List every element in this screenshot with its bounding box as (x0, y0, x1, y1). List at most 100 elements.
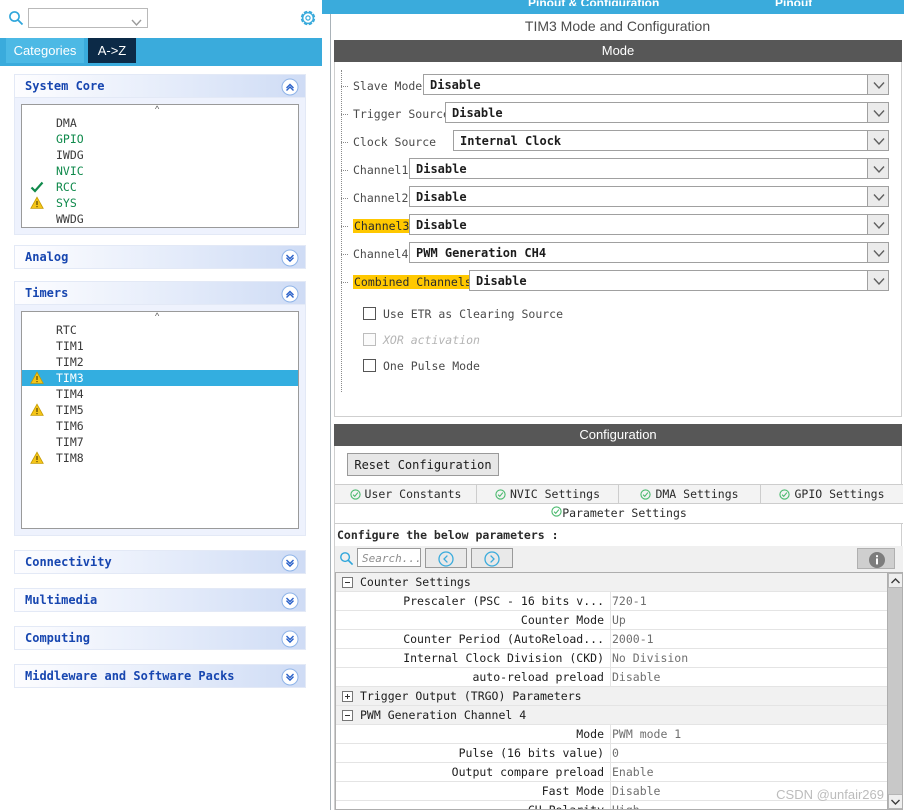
section-header-computing[interactable]: Computing (14, 626, 306, 650)
field-channel4: Channel4 PWM Generation CH4 (335, 242, 903, 268)
list-item[interactable]: TIM1 (22, 338, 298, 354)
search-input[interactable] (28, 8, 148, 28)
tab-label: GPIO Settings (794, 487, 885, 501)
list-item[interactable]: TIM5 (22, 402, 298, 418)
combo-clock-source[interactable]: Internal Clock (453, 130, 889, 151)
chevron-down-icon[interactable] (867, 130, 889, 151)
chevron-up-icon[interactable] (281, 78, 299, 96)
list-item-tim3[interactable]: TIM3 (22, 370, 298, 386)
list-item[interactable]: TIM4 (22, 386, 298, 402)
scroll-down-icon[interactable] (888, 794, 902, 809)
section-body-system-core: ^ DMA GPIO IWDG NVIC RCC SYS WWDG (14, 98, 306, 235)
param-value: PWM mode 1 (612, 727, 682, 741)
table-row[interactable]: Mode PWM mode 1 (336, 725, 888, 744)
parameter-table-scrollbar[interactable] (887, 573, 902, 809)
tab-dma-settings[interactable]: DMA Settings (619, 485, 761, 504)
list-item[interactable]: SYS (22, 195, 298, 211)
peripheral-label: TIM4 (56, 387, 84, 401)
section-multimedia: Multimedia (14, 588, 306, 612)
table-group-row[interactable]: Trigger Output (TRGO) Parameters (336, 687, 888, 706)
chevron-down-icon[interactable] (867, 242, 889, 263)
expand-expander-icon[interactable] (342, 691, 353, 702)
reset-configuration-button[interactable]: Reset Configuration (347, 453, 499, 476)
chevron-down-icon[interactable] (281, 592, 299, 610)
list-item[interactable]: IWDG (22, 147, 298, 163)
table-row[interactable]: Counter Period (AutoReload... 2000-1 (336, 630, 888, 649)
section-title-multimedia: Multimedia (25, 593, 98, 607)
peripheral-label: IWDG (56, 148, 84, 162)
chevron-down-icon[interactable] (867, 270, 889, 291)
list-item[interactable]: WWDG (22, 211, 298, 227)
table-row[interactable]: Prescaler (PSC - 16 bits v... 720-1 (336, 592, 888, 611)
chevron-down-icon[interactable] (867, 74, 889, 95)
tab-categories[interactable]: Categories (6, 38, 84, 63)
section-header-timers[interactable]: Timers (14, 281, 306, 305)
combo-channel1[interactable]: Disable (409, 158, 889, 179)
table-row[interactable]: auto-reload preload Disable (336, 668, 888, 687)
tab-nvic-settings[interactable]: NVIC Settings (477, 485, 619, 504)
configuration-section: Reset Configuration User Constants NVIC … (334, 446, 903, 810)
search-next-button[interactable] (471, 548, 513, 568)
tab-a-to-z[interactable]: A->Z (88, 38, 136, 63)
list-item[interactable]: RCC (22, 179, 298, 195)
collapse-expander-icon[interactable] (342, 710, 353, 721)
group-name: PWM Generation Channel 4 (360, 708, 527, 722)
section-header-middleware[interactable]: Middleware and Software Packs (14, 664, 306, 688)
combo-channel4[interactable]: PWM Generation CH4 (409, 242, 889, 263)
peripheral-label: RTC (56, 323, 77, 337)
info-icon[interactable] (857, 548, 895, 569)
tab-parameter-settings[interactable]: Parameter Settings (335, 504, 903, 523)
search-icon (339, 551, 354, 571)
cell-separator (610, 668, 611, 687)
tab-user-constants[interactable]: User Constants (335, 485, 477, 504)
list-item[interactable]: TIM7 (22, 434, 298, 450)
chevron-down-icon[interactable] (867, 158, 889, 179)
chevron-down-icon[interactable] (281, 630, 299, 648)
list-collapse-caret-icon[interactable]: ^ (155, 105, 159, 114)
cell-separator (610, 630, 611, 649)
chevron-up-icon[interactable] (281, 285, 299, 303)
table-row[interactable]: Fast Mode Disable (336, 782, 888, 801)
list-item[interactable]: RTC (22, 322, 298, 338)
section-header-analog[interactable]: Analog (14, 245, 306, 269)
section-header-multimedia[interactable]: Multimedia (14, 588, 306, 612)
combo-trigger-source[interactable]: Disable (445, 102, 889, 123)
collapse-expander-icon[interactable] (342, 577, 353, 588)
param-search-input[interactable]: Search... (357, 548, 421, 567)
table-row[interactable]: Internal Clock Division (CKD) No Divisio… (336, 649, 888, 668)
chevron-down-icon[interactable] (281, 668, 299, 686)
table-row[interactable]: Counter Mode Up (336, 611, 888, 630)
scroll-up-icon[interactable] (888, 573, 902, 588)
chevron-down-icon[interactable] (867, 186, 889, 207)
chevron-down-icon[interactable] (281, 554, 299, 572)
field-channel3: Channel3 Disable (335, 214, 903, 240)
section-header-connectivity[interactable]: Connectivity (14, 550, 306, 574)
list-item[interactable]: TIM6 (22, 418, 298, 434)
table-group-row[interactable]: Counter Settings (336, 573, 888, 592)
tab-gpio-settings[interactable]: GPIO Settings (761, 485, 903, 504)
list-item[interactable]: TIM8 (22, 450, 298, 466)
list-item[interactable]: GPIO (22, 131, 298, 147)
list-item[interactable]: TIM2 (22, 354, 298, 370)
param-name: auto-reload preload (472, 670, 604, 684)
chevron-down-icon[interactable] (867, 102, 889, 123)
checkbox-one-pulse-mode[interactable] (363, 359, 376, 372)
gear-icon[interactable] (298, 8, 318, 28)
section-header-system-core[interactable]: System Core (14, 74, 306, 98)
chevron-down-icon[interactable] (281, 249, 299, 267)
list-item[interactable]: NVIC (22, 163, 298, 179)
checkbox-use-etr-as-clearing-source[interactable] (363, 307, 376, 320)
table-row[interactable]: Pulse (16 bits value) 0 (336, 744, 888, 763)
search-previous-button[interactable] (425, 548, 467, 568)
table-row[interactable]: Output compare preload Enable (336, 763, 888, 782)
table-group-row[interactable]: PWM Generation Channel 4 (336, 706, 888, 725)
combo-channel3[interactable]: Disable (409, 214, 889, 235)
table-row[interactable]: CH Polarity High (336, 801, 888, 809)
combo-channel2[interactable]: Disable (409, 186, 889, 207)
list-item[interactable]: DMA (22, 115, 298, 131)
chevron-down-icon[interactable] (867, 214, 889, 235)
combo-slave-mode[interactable]: Disable (423, 74, 889, 95)
param-value: Up (612, 613, 626, 627)
list-collapse-caret-icon[interactable]: ^ (155, 312, 159, 321)
combo-combined-channels[interactable]: Disable (469, 270, 889, 291)
